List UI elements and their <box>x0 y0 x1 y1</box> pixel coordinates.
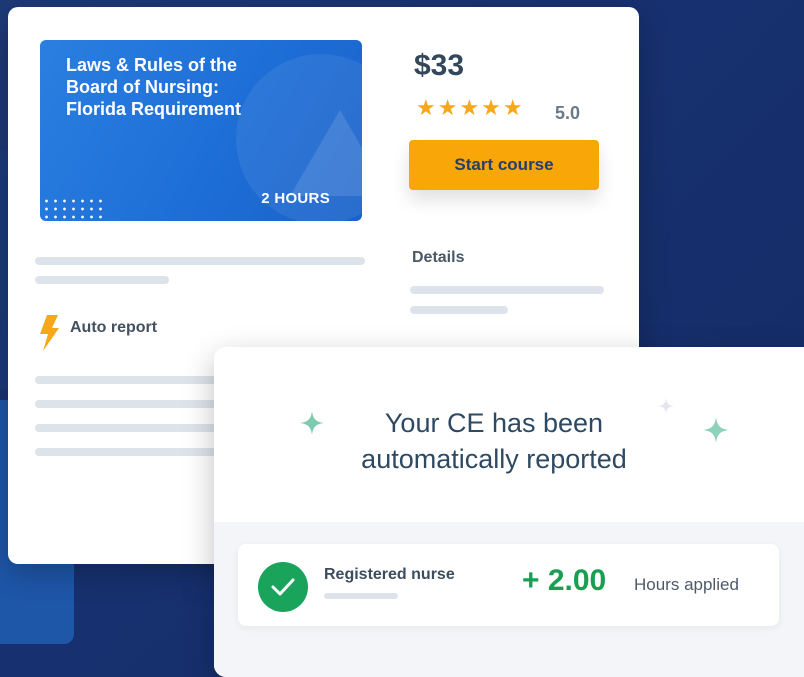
course-hours-badge: 2 HOURS <box>261 190 330 207</box>
check-icon <box>258 562 308 612</box>
details-placeholder-line <box>410 286 604 294</box>
course-price: $33 <box>414 49 465 82</box>
bolt-icon <box>40 315 59 351</box>
details-heading: Details <box>412 249 465 266</box>
hours-applied-label: Hours applied <box>634 575 739 594</box>
course-title: Laws & Rules of the Board of Nursing: Fl… <box>66 55 242 119</box>
placeholder-line <box>35 424 235 432</box>
notification-message: Your CE has been automatically reported <box>361 408 627 474</box>
auto-report-label: Auto report <box>70 319 158 336</box>
start-course-button[interactable]: Start course <box>409 140 599 190</box>
notification-header: Your CE has been automatically reported <box>214 347 804 522</box>
thumbnail-triangle-decoration <box>290 110 362 196</box>
placeholder-line <box>35 448 235 456</box>
description-placeholder-line <box>35 257 365 265</box>
hours-credited: + 2.00 <box>522 564 607 597</box>
details-placeholder-line <box>410 306 508 314</box>
license-placeholder-line <box>324 593 398 599</box>
description-placeholder-line <box>35 276 169 284</box>
ce-reported-notification: Your CE has been automatically reported … <box>214 347 804 677</box>
license-row: Registered nurse + 2.00 Hours applied <box>238 544 779 626</box>
placeholder-line <box>35 376 235 384</box>
rating-value: 5.0 <box>555 103 581 123</box>
star-rating-icon: ★★★★★ <box>416 95 525 120</box>
license-role: Registered nurse <box>324 566 455 583</box>
dots-pattern-icon <box>40 195 102 221</box>
course-thumbnail[interactable]: Laws & Rules of the Board of Nursing: Fl… <box>40 40 362 221</box>
placeholder-line <box>35 400 235 408</box>
